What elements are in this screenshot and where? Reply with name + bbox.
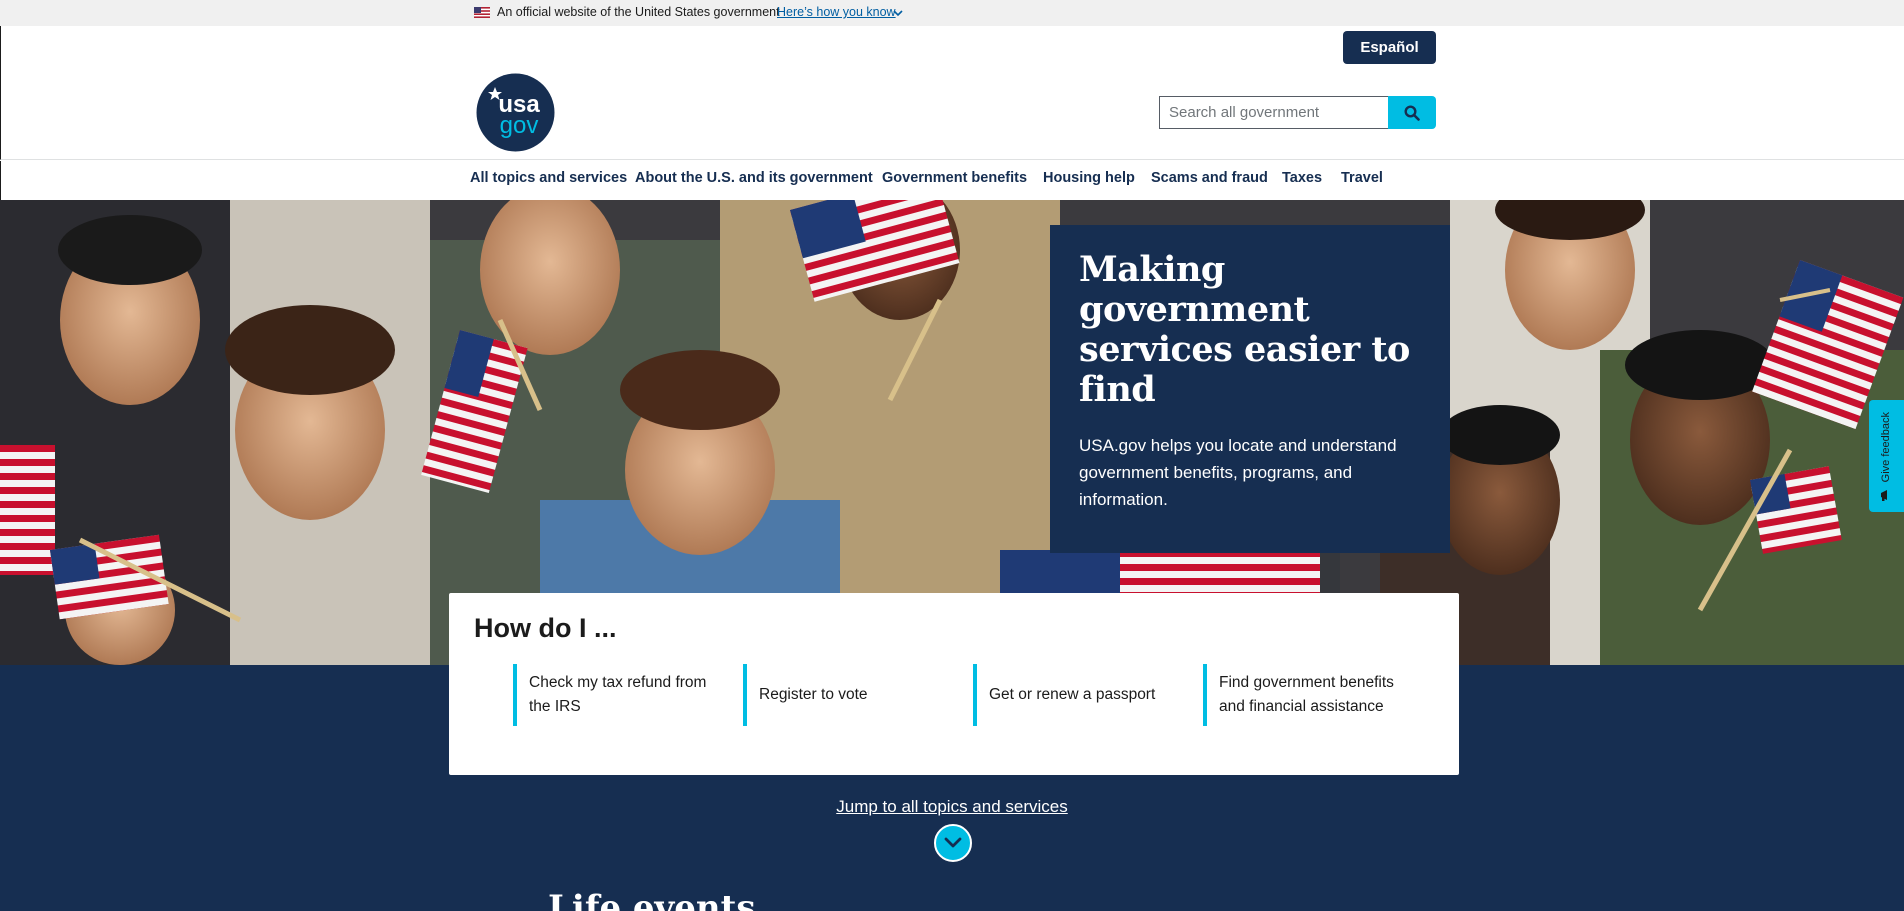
how-item-label: Check my tax refund from the IRS	[529, 674, 707, 715]
how-do-i-card: How do I ... Check my tax refund from th…	[449, 593, 1459, 775]
how-item-benefits[interactable]: Find government benefits and financial a…	[1203, 664, 1403, 726]
search-input[interactable]	[1159, 96, 1388, 129]
nav-item-all-topics[interactable]: All topics and services	[470, 170, 627, 186]
official-website-text: An official website of the United States…	[497, 5, 780, 19]
how-do-i-heading: How do I ...	[474, 613, 617, 643]
how-item-register-vote[interactable]: Register to vote	[743, 664, 943, 726]
primary-nav: All topics and services About the U.S. a…	[0, 161, 1904, 200]
nav-item-travel[interactable]: Travel	[1341, 170, 1383, 186]
hero-title: Making government services easier to fin…	[1079, 249, 1410, 410]
arrow-down-circle-icon[interactable]	[934, 824, 972, 862]
chevron-down-icon	[944, 837, 962, 848]
how-item-label: Get or renew a passport	[989, 686, 1156, 703]
how-item-label: Register to vote	[759, 686, 868, 703]
how-item-tax-refund[interactable]: Check my tax refund from the IRS	[513, 664, 713, 726]
how-item-passport[interactable]: Get or renew a passport	[973, 664, 1173, 726]
give-feedback-tab[interactable]: Give feedback	[1869, 400, 1904, 512]
usagov-logo[interactable]: usa gov	[476, 73, 555, 152]
feedback-label: Give feedback	[1880, 412, 1892, 483]
logo-text-gov: gov	[500, 112, 539, 139]
espanol-language-button[interactable]: Español	[1343, 31, 1436, 64]
jump-to-topics-link[interactable]: Jump to all topics and services	[0, 797, 1904, 817]
nav-item-government-benefits[interactable]: Government benefits	[882, 170, 1027, 186]
megaphone-icon	[1881, 490, 1887, 501]
site-header: Español usa gov	[0, 26, 1904, 160]
nav-item-scams-fraud[interactable]: Scams and fraud	[1151, 170, 1268, 186]
heres-how-you-know-link[interactable]: Here’s how you know	[777, 5, 896, 19]
gov-banner: An official website of the United States…	[0, 0, 1904, 26]
life-events-heading: Life events	[548, 888, 756, 911]
nav-item-housing-help[interactable]: Housing help	[1043, 170, 1135, 186]
nav-item-taxes[interactable]: Taxes	[1282, 170, 1322, 186]
how-item-label: Find government benefits and financial a…	[1219, 674, 1394, 715]
search-icon	[1404, 105, 1420, 121]
hero-description: USA.gov helps you locate and understand …	[1079, 436, 1397, 509]
search-button[interactable]	[1388, 96, 1436, 129]
hero-card: Making government services easier to fin…	[1050, 225, 1450, 553]
us-flag-icon	[474, 7, 490, 18]
nav-item-about-us[interactable]: About the U.S. and its government	[635, 170, 873, 186]
chevron-down-icon[interactable]	[893, 9, 903, 17]
